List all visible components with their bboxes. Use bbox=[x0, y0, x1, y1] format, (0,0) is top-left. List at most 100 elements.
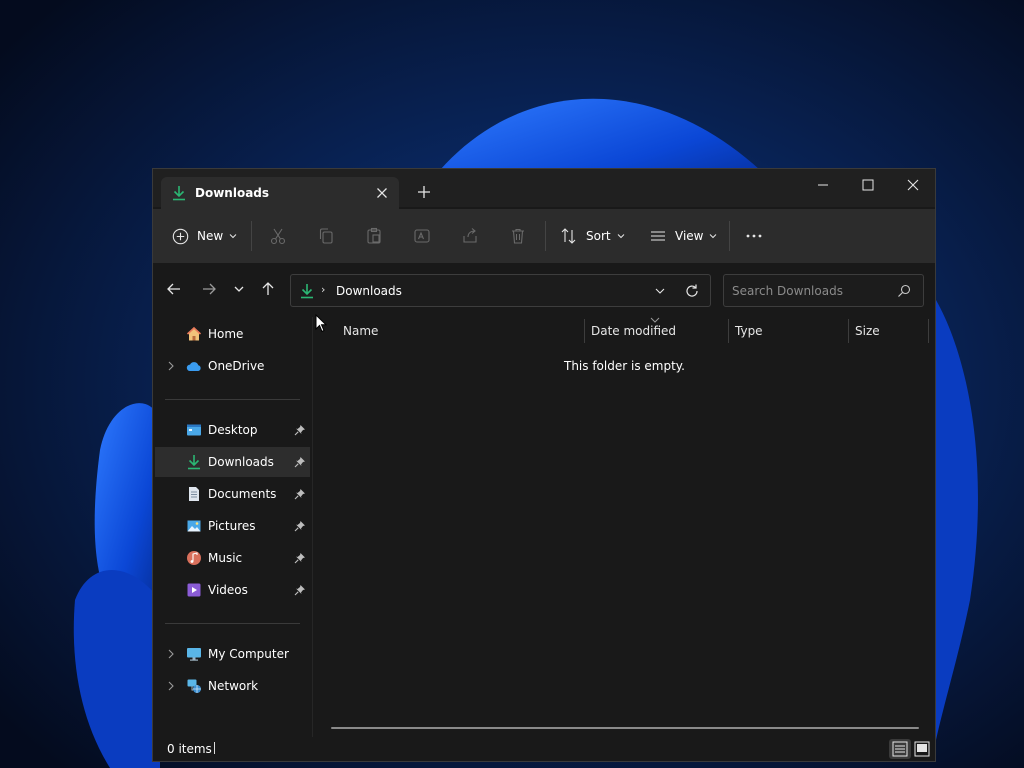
file-explorer-window: Downloads New Sort View › Downloads Sear… bbox=[152, 168, 936, 762]
up-icon[interactable] bbox=[258, 279, 278, 299]
sidebar-item-videos[interactable]: Videos bbox=[155, 575, 310, 605]
download-icon bbox=[173, 186, 185, 201]
view-button[interactable]: View bbox=[649, 224, 717, 248]
chevron-right-icon[interactable] bbox=[165, 360, 177, 372]
minimize-icon[interactable] bbox=[808, 175, 838, 195]
pin-icon bbox=[294, 521, 305, 532]
title-bar[interactable]: Downloads bbox=[153, 169, 935, 209]
large-icons-view-icon[interactable] bbox=[911, 739, 933, 759]
new-tab-icon[interactable] bbox=[415, 183, 433, 201]
tab-downloads[interactable]: Downloads bbox=[161, 177, 399, 209]
sidebar-item-network[interactable]: Network bbox=[155, 671, 310, 701]
status-bar: 0 items bbox=[153, 737, 935, 761]
share-button[interactable] bbox=[461, 224, 479, 248]
sort-indicator-icon bbox=[650, 317, 660, 323]
sidebar-item-label: My Computer bbox=[208, 647, 289, 661]
file-list-pane[interactable]: Name Date modified Type Size This folder… bbox=[312, 317, 935, 737]
column-header-size[interactable]: Size bbox=[855, 324, 880, 348]
column-resize-handle[interactable] bbox=[584, 319, 585, 343]
sidebar-item-pictures[interactable]: Pictures bbox=[155, 511, 310, 541]
search-box[interactable]: Search Downloads bbox=[723, 274, 924, 307]
more-options-button[interactable] bbox=[744, 224, 764, 248]
plus-circle-icon bbox=[172, 228, 189, 244]
refresh-icon[interactable] bbox=[684, 283, 700, 299]
command-separator bbox=[251, 221, 252, 251]
details-view-icon[interactable] bbox=[889, 739, 911, 759]
chevron-down-icon bbox=[710, 234, 717, 239]
pin-icon bbox=[294, 489, 305, 500]
delete-button[interactable] bbox=[509, 224, 527, 248]
music-icon bbox=[187, 551, 201, 565]
view-label: View bbox=[675, 229, 704, 243]
empty-folder-message: This folder is empty. bbox=[564, 359, 685, 373]
sidebar-item-downloads[interactable]: Downloads bbox=[155, 447, 310, 477]
breadcrumb[interactable]: Downloads bbox=[336, 284, 402, 298]
search-input[interactable]: Search Downloads bbox=[732, 284, 843, 298]
chevron-right-icon[interactable] bbox=[165, 648, 177, 660]
sidebar-divider bbox=[165, 623, 300, 624]
more-icon bbox=[746, 234, 762, 238]
download-icon bbox=[188, 455, 200, 470]
sidebar-item-label: Network bbox=[208, 679, 259, 693]
sidebar-item-label: Desktop bbox=[208, 423, 258, 437]
new-button[interactable]: New bbox=[172, 224, 237, 248]
horizontal-scrollbar[interactable] bbox=[331, 727, 919, 729]
close-icon[interactable] bbox=[898, 175, 928, 195]
cut-icon bbox=[270, 228, 286, 245]
column-header-name[interactable]: Name bbox=[343, 324, 378, 348]
rename-button[interactable] bbox=[413, 224, 431, 248]
sidebar-item-label: Videos bbox=[208, 583, 248, 597]
pin-icon bbox=[294, 457, 305, 468]
chevron-down-icon[interactable] bbox=[653, 284, 667, 298]
sidebar-item-label: Pictures bbox=[208, 519, 256, 533]
maximize-icon[interactable] bbox=[853, 175, 883, 195]
copy-icon bbox=[319, 228, 333, 244]
home-icon bbox=[186, 326, 202, 341]
view-icon bbox=[651, 231, 665, 241]
close-tab-icon[interactable] bbox=[373, 184, 391, 202]
new-label: New bbox=[197, 229, 224, 243]
column-header-type[interactable]: Type bbox=[735, 324, 763, 348]
videos-icon bbox=[187, 583, 201, 597]
recent-locations-icon[interactable] bbox=[229, 279, 249, 299]
mouse-cursor-icon bbox=[315, 314, 327, 333]
sidebar-item-home[interactable]: Home bbox=[155, 319, 310, 349]
command-separator bbox=[729, 221, 730, 251]
chevron-down-icon bbox=[617, 234, 624, 239]
paste-button[interactable] bbox=[365, 224, 383, 248]
pin-icon bbox=[294, 425, 305, 436]
sidebar-item-music[interactable]: Music bbox=[155, 543, 310, 573]
forward-icon[interactable] bbox=[199, 279, 219, 299]
rename-icon bbox=[414, 229, 430, 243]
back-icon[interactable] bbox=[164, 279, 184, 299]
pin-icon bbox=[294, 553, 305, 564]
delete-icon bbox=[512, 228, 524, 244]
download-icon bbox=[301, 284, 313, 299]
navigation-pane: Home OneDrive Desktop Downloads Document… bbox=[153, 317, 311, 737]
sidebar-item-documents[interactable]: Documents bbox=[155, 479, 310, 509]
sidebar-item-my-computer[interactable]: My Computer bbox=[155, 639, 310, 669]
address-bar[interactable]: › Downloads bbox=[290, 274, 711, 307]
sidebar-item-label: Downloads bbox=[208, 455, 274, 469]
column-header-date-modified[interactable]: Date modified bbox=[591, 324, 676, 348]
breadcrumb-separator: › bbox=[321, 283, 326, 296]
pin-icon bbox=[294, 585, 305, 596]
search-icon[interactable] bbox=[897, 284, 911, 298]
copy-button[interactable] bbox=[317, 224, 335, 248]
chevron-right-icon[interactable] bbox=[165, 680, 177, 692]
sidebar-item-label: Music bbox=[208, 551, 243, 565]
chevron-down-icon bbox=[229, 234, 237, 239]
tab-title: Downloads bbox=[195, 186, 270, 200]
column-resize-handle[interactable] bbox=[848, 319, 849, 343]
sidebar-item-desktop[interactable]: Desktop bbox=[155, 415, 310, 445]
computer-icon bbox=[187, 648, 201, 661]
document-icon bbox=[189, 487, 199, 501]
sidebar-item-label: Documents bbox=[208, 487, 277, 501]
status-separator bbox=[214, 742, 215, 754]
paste-icon bbox=[367, 227, 381, 244]
column-resize-handle[interactable] bbox=[728, 319, 729, 343]
column-resize-handle[interactable] bbox=[928, 319, 929, 343]
cut-button[interactable] bbox=[269, 224, 287, 248]
sidebar-item-onedrive[interactable]: OneDrive bbox=[155, 351, 310, 381]
sort-button[interactable]: Sort bbox=[560, 224, 625, 248]
